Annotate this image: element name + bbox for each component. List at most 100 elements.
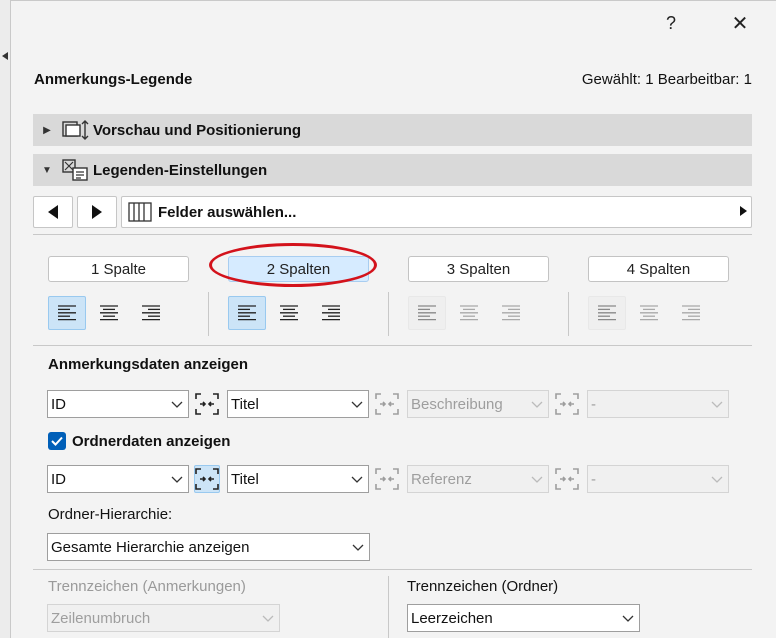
- select-value: Gesamte Hierarchie anzeigen: [51, 538, 250, 556]
- section-legend-settings[interactable]: ▼ Legenden-Einstellungen: [33, 154, 752, 186]
- divider: [388, 292, 389, 336]
- column-4-align-left-button[interactable]: [588, 296, 626, 330]
- legend-settings-icon: [61, 156, 93, 184]
- chevron-down-icon: [166, 401, 188, 408]
- select-fields-button[interactable]: Felder auswählen...: [121, 196, 752, 228]
- hierarchy-label: Ordner-Hierarchie:: [48, 506, 173, 523]
- annotation-field-1-select[interactable]: ID: [47, 390, 189, 418]
- link-fields-icon: [375, 468, 399, 490]
- align-center-icon: [640, 305, 658, 321]
- align-left-icon: [238, 305, 256, 321]
- link-fields-button[interactable]: [194, 390, 220, 418]
- column-1-align-left-button[interactable]: [48, 296, 86, 330]
- chevron-down-icon: [346, 476, 368, 483]
- arrow-left-icon: [48, 205, 58, 219]
- section-preview-label: Vorschau und Positionierung: [93, 121, 302, 139]
- preview-position-icon: [61, 116, 93, 144]
- annotation-field-4-select[interactable]: -: [587, 390, 729, 418]
- folder-field-1-select[interactable]: ID: [47, 465, 189, 493]
- folder-field-2-select[interactable]: Titel: [227, 465, 369, 493]
- section-settings-label: Legenden-Einstellungen: [93, 161, 268, 179]
- columns-icon: [122, 202, 158, 222]
- link-fields-button[interactable]: [194, 465, 220, 493]
- divider: [33, 569, 752, 570]
- align-center-icon: [280, 305, 298, 321]
- select-value: Referenz: [411, 470, 472, 488]
- select-value: ID: [51, 395, 66, 413]
- folder-separator-label: Trennzeichen (Ordner): [407, 578, 559, 595]
- chevron-down-icon: [347, 544, 369, 551]
- divider: [33, 234, 752, 235]
- link-fields-icon: [555, 393, 579, 415]
- select-value: Titel: [231, 470, 259, 488]
- check-icon: [51, 436, 63, 446]
- chevron-down-icon: [526, 476, 548, 483]
- align-center-icon: [100, 305, 118, 321]
- chevron-right-icon: ▶: [43, 124, 51, 136]
- select-fields-label: Felder auswählen...: [158, 203, 297, 221]
- previous-button[interactable]: [33, 196, 73, 228]
- link-fields-button[interactable]: [554, 465, 580, 493]
- submenu-arrow-icon: [735, 205, 751, 219]
- column-3-align-right-button[interactable]: [492, 296, 530, 330]
- column-1-align-center-button[interactable]: [90, 296, 128, 330]
- folder-separator-select[interactable]: Leerzeichen: [407, 604, 640, 632]
- align-right-icon: [322, 305, 340, 321]
- folder-field-4-select[interactable]: -: [587, 465, 729, 493]
- annotation-separator-select[interactable]: Zeilenumbruch: [47, 604, 280, 632]
- column-4-align-right-button[interactable]: [672, 296, 710, 330]
- column-1-button[interactable]: 1 Spalte: [48, 256, 189, 282]
- chevron-down-icon: [346, 401, 368, 408]
- column-4-align-center-button[interactable]: [630, 296, 668, 330]
- column-1-align-right-button[interactable]: [132, 296, 170, 330]
- divider: [568, 292, 569, 336]
- divider: [208, 292, 209, 336]
- collapse-arrow-icon[interactable]: [2, 52, 8, 60]
- align-left-icon: [58, 305, 76, 321]
- select-value: Beschreibung: [411, 395, 503, 413]
- divider: [33, 345, 752, 346]
- folder-data-heading: Ordnerdaten anzeigen: [72, 433, 231, 450]
- annotation-separator-label: Trennzeichen (Anmerkungen): [48, 578, 246, 595]
- dialog-title: Anmerkungs-Legende: [34, 71, 193, 88]
- column-2-align-right-button[interactable]: [312, 296, 350, 330]
- select-value: ID: [51, 470, 66, 488]
- align-right-icon: [502, 305, 520, 321]
- next-button[interactable]: [77, 196, 117, 228]
- hierarchy-select[interactable]: Gesamte Hierarchie anzeigen: [47, 533, 370, 561]
- link-fields-button[interactable]: [374, 390, 400, 418]
- select-value: Titel: [231, 395, 259, 413]
- select-value: -: [591, 470, 596, 488]
- annotation-data-heading: Anmerkungsdaten anzeigen: [48, 356, 249, 373]
- left-edge-strip: [0, 0, 10, 638]
- column-2-button[interactable]: 2 Spalten: [228, 256, 369, 282]
- chevron-down-icon: [617, 615, 639, 622]
- chevron-down-icon: [706, 401, 728, 408]
- column-2-align-center-button[interactable]: [270, 296, 308, 330]
- column-3-align-left-button[interactable]: [408, 296, 446, 330]
- column-3-button[interactable]: 3 Spalten: [408, 256, 549, 282]
- close-button[interactable]: ✕: [723, 8, 757, 38]
- chevron-down-icon: ▼: [42, 164, 52, 176]
- link-fields-button[interactable]: [554, 390, 580, 418]
- link-fields-button[interactable]: [374, 465, 400, 493]
- annotation-field-3-select[interactable]: Beschreibung: [407, 390, 549, 418]
- align-right-icon: [682, 305, 700, 321]
- column-4-button[interactable]: 4 Spalten: [588, 256, 729, 282]
- folder-data-checkbox[interactable]: [48, 432, 66, 450]
- arrow-right-icon: [92, 205, 102, 219]
- folder-field-3-select[interactable]: Referenz: [407, 465, 549, 493]
- select-value: Leerzeichen: [411, 609, 493, 627]
- link-fields-icon: [195, 468, 219, 490]
- section-preview-positioning[interactable]: ▶ Vorschau und Positionierung: [33, 114, 752, 146]
- selection-status: Gewählt: 1 Bearbeitbar: 1: [581, 71, 752, 88]
- column-3-align-center-button[interactable]: [450, 296, 488, 330]
- align-left-icon: [598, 305, 616, 321]
- help-button[interactable]: ?: [654, 8, 688, 38]
- annotation-field-2-select[interactable]: Titel: [227, 390, 369, 418]
- align-right-icon: [142, 305, 160, 321]
- link-fields-icon: [195, 393, 219, 415]
- divider: [388, 576, 389, 638]
- column-2-align-left-button[interactable]: [228, 296, 266, 330]
- select-value: Zeilenumbruch: [51, 609, 151, 627]
